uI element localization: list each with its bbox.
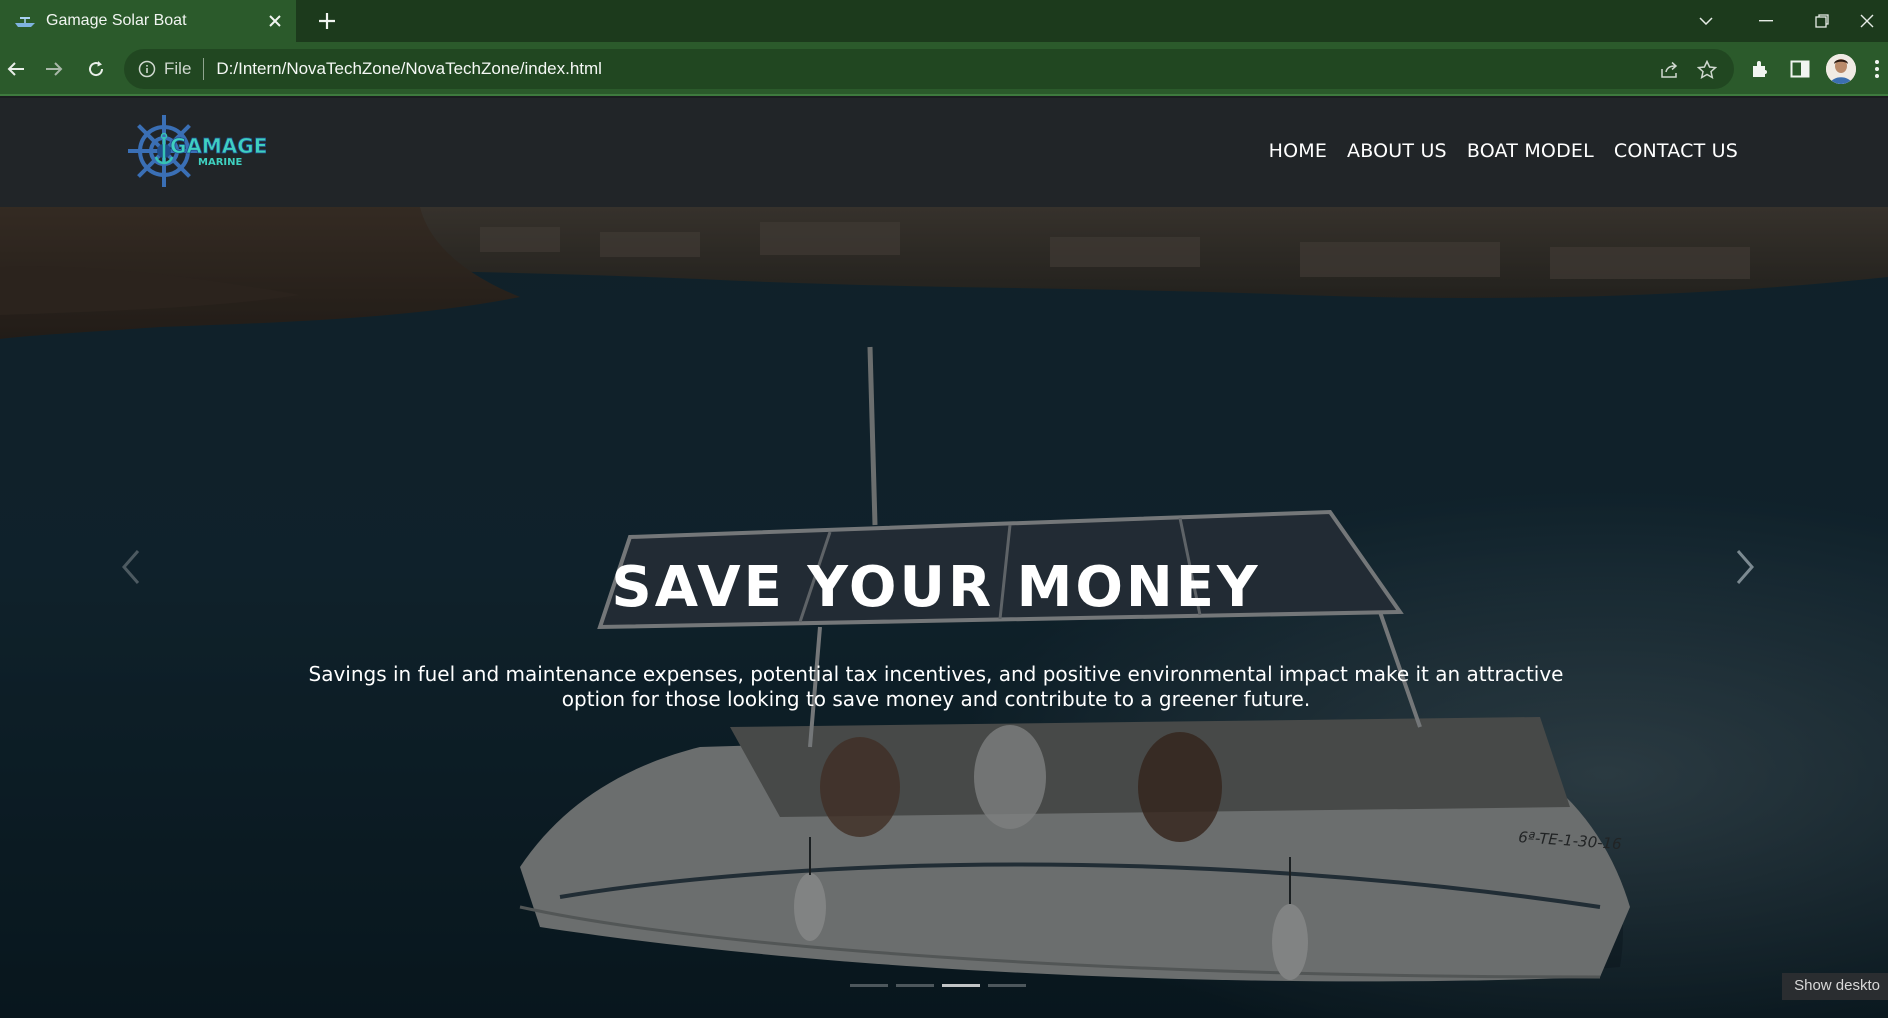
address-separator bbox=[203, 58, 205, 80]
plus-icon[interactable] bbox=[312, 6, 342, 36]
boat-favicon-icon bbox=[15, 17, 35, 27]
browser-tab[interactable]: Gamage Solar Boat bbox=[0, 0, 296, 42]
chevron-down-icon[interactable] bbox=[1676, 0, 1736, 42]
minimize-icon[interactable] bbox=[1736, 0, 1796, 42]
site-logo[interactable]: GAMAGE MARINE bbox=[126, 113, 266, 189]
show-desktop-tooltip: Show deskto bbox=[1782, 973, 1888, 1000]
hero-description-line-1: Savings in fuel and maintenance expenses… bbox=[308, 662, 1564, 686]
tab-strip: Gamage Solar Boat bbox=[0, 0, 1888, 42]
reload-icon[interactable] bbox=[80, 53, 112, 85]
nav-home[interactable]: HOME bbox=[1269, 140, 1327, 162]
hero-title: SAVE YOUR MONEY bbox=[611, 555, 1261, 620]
forward-icon[interactable] bbox=[38, 53, 70, 85]
main-nav: HOME ABOUT US BOAT MODEL CONTACT US bbox=[1269, 140, 1738, 162]
star-icon[interactable] bbox=[1695, 58, 1719, 82]
hero-description: Savings in fuel and maintenance expenses… bbox=[290, 662, 1582, 712]
nav-contact-us[interactable]: CONTACT US bbox=[1614, 140, 1738, 162]
hero-description-line-2: option for those looking to save money a… bbox=[561, 687, 1311, 711]
carousel-indicator[interactable] bbox=[850, 984, 888, 987]
restore-icon[interactable] bbox=[1792, 0, 1852, 42]
close-icon[interactable] bbox=[260, 6, 290, 36]
info-icon[interactable] bbox=[138, 60, 156, 78]
avatar[interactable] bbox=[1826, 54, 1856, 84]
menu-icon[interactable] bbox=[1866, 53, 1888, 85]
logo-sub-text: MARINE bbox=[198, 157, 242, 168]
carousel-indicator[interactable] bbox=[988, 984, 1026, 987]
back-icon[interactable] bbox=[0, 53, 32, 85]
carousel-indicators bbox=[850, 984, 1026, 987]
address-bar[interactable]: File D:/Intern/NovaTechZone/NovaTechZone… bbox=[124, 49, 1734, 89]
scheme-label: File bbox=[164, 59, 192, 78]
share-icon[interactable] bbox=[1658, 58, 1682, 82]
tab-title: Gamage Solar Boat bbox=[46, 12, 187, 29]
carousel-next-button[interactable] bbox=[1726, 537, 1766, 597]
window-close-icon[interactable] bbox=[1846, 0, 1888, 42]
browser-toolbar: File D:/Intern/NovaTechZone/NovaTechZone… bbox=[0, 42, 1888, 96]
url-text[interactable]: D:/Intern/NovaTechZone/NovaTechZone/inde… bbox=[216, 59, 602, 79]
hero-carousel: 6ª-TE-1-30-16 SAVE YOUR MONEY Savings in… bbox=[0, 207, 1888, 1018]
logo-main-text: GAMAGE bbox=[170, 134, 266, 158]
extensions-icon[interactable] bbox=[1744, 53, 1776, 85]
nav-about-us[interactable]: ABOUT US bbox=[1347, 140, 1447, 162]
carousel-prev-button[interactable] bbox=[110, 537, 150, 597]
side-panel-icon[interactable] bbox=[1784, 53, 1816, 85]
nav-boat-model[interactable]: BOAT MODEL bbox=[1467, 140, 1594, 162]
carousel-indicator[interactable] bbox=[896, 984, 934, 987]
carousel-indicator-active[interactable] bbox=[942, 984, 980, 987]
